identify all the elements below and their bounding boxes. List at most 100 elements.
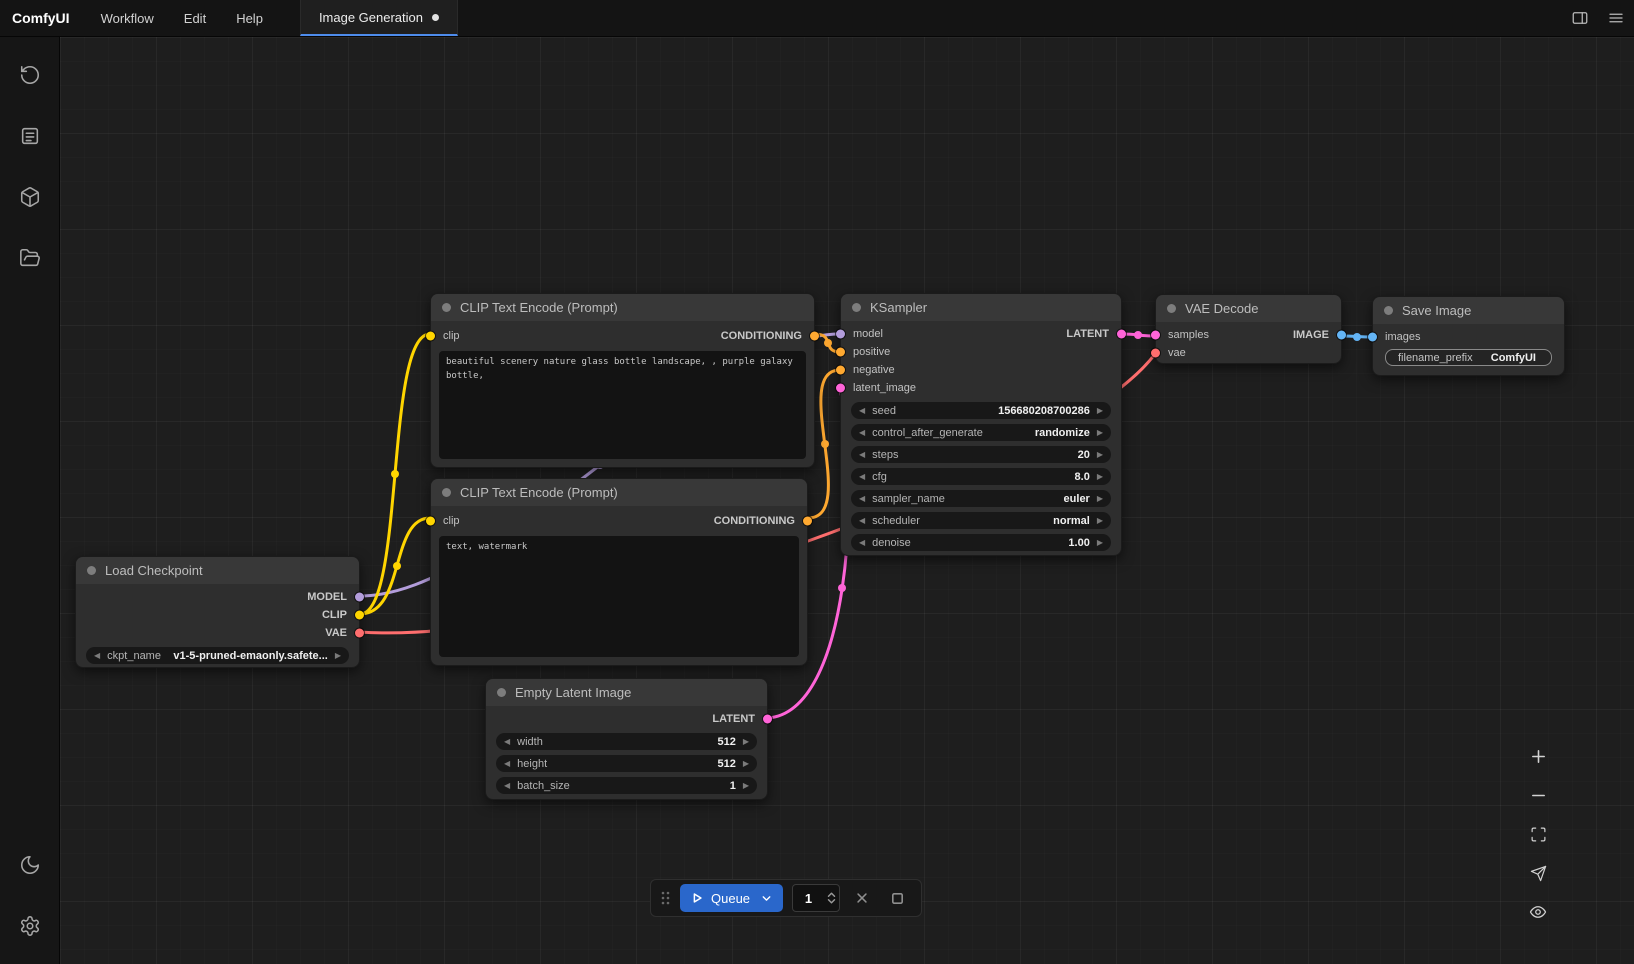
collapse-dot[interactable] xyxy=(497,688,506,697)
node-empty-latent-image[interactable]: Empty Latent Image LATENT ◀ width 512 ▶ … xyxy=(485,678,768,800)
widget-denoise[interactable]: ◀ denoise 1.00 ▶ xyxy=(851,534,1111,551)
next-value-arrow-icon[interactable]: ▶ xyxy=(1097,407,1103,415)
output-port-clip[interactable] xyxy=(355,611,364,620)
menu-workflow[interactable]: Workflow xyxy=(86,0,169,36)
output-port-model[interactable] xyxy=(355,593,364,602)
menu-edit[interactable]: Edit xyxy=(169,0,221,36)
widget-value: 1 xyxy=(730,780,736,792)
node-header[interactable]: Empty Latent Image xyxy=(486,679,767,706)
widget-width[interactable]: ◀ width 512 ▶ xyxy=(496,733,757,750)
input-port-model[interactable] xyxy=(836,330,845,339)
collapse-dot[interactable] xyxy=(442,488,451,497)
widget-control-after-generate[interactable]: ◀ control_after_generate randomize ▶ xyxy=(851,424,1111,441)
output-port-latent[interactable] xyxy=(763,715,772,724)
prev-value-arrow-icon[interactable]: ◀ xyxy=(859,517,865,525)
widget-cfg[interactable]: ◀ cfg 8.0 ▶ xyxy=(851,468,1111,485)
node-load-checkpoint[interactable]: Load Checkpoint MODEL CLIP VAE ◀ ckpt_na… xyxy=(75,556,360,668)
batch-count-stepper[interactable] xyxy=(824,885,839,911)
next-value-arrow-icon[interactable]: ▶ xyxy=(743,782,749,790)
next-value-arrow-icon[interactable]: ▶ xyxy=(1097,429,1103,437)
next-value-arrow-icon[interactable]: ▶ xyxy=(743,760,749,768)
node-clip-text-encode-negative[interactable]: CLIP Text Encode (Prompt) clip CONDITION… xyxy=(430,478,808,666)
output-port-vae[interactable] xyxy=(355,629,364,638)
node-header[interactable]: Save Image xyxy=(1373,297,1564,324)
node-header[interactable]: KSampler xyxy=(841,294,1121,321)
node-vae-decode[interactable]: VAE Decode samples IMAGE vae xyxy=(1155,294,1342,364)
select-mode-button[interactable] xyxy=(1523,860,1553,886)
output-port-conditioning[interactable] xyxy=(803,517,812,526)
node-save-image[interactable]: Save Image images filename_prefix ComfyU… xyxy=(1372,296,1565,376)
next-value-arrow-icon[interactable]: ▶ xyxy=(335,652,341,660)
input-port-images[interactable] xyxy=(1368,333,1377,342)
zoom-out-button[interactable] xyxy=(1523,782,1553,808)
batch-count-input[interactable]: 1 xyxy=(793,885,824,911)
node-header[interactable]: Load Checkpoint xyxy=(76,557,359,584)
next-value-arrow-icon[interactable]: ▶ xyxy=(1097,451,1103,459)
prev-value-arrow-icon[interactable]: ◀ xyxy=(859,539,865,547)
widget-value: normal xyxy=(1053,515,1090,527)
node-header[interactable]: CLIP Text Encode (Prompt) xyxy=(431,294,814,321)
sidebar-item-history[interactable] xyxy=(8,53,52,97)
output-port-image[interactable] xyxy=(1337,331,1346,340)
next-value-arrow-icon[interactable]: ▶ xyxy=(1097,495,1103,503)
node-ksampler[interactable]: KSampler model LATENT positive negative … xyxy=(840,293,1122,556)
widget-scheduler[interactable]: ◀ scheduler normal ▶ xyxy=(851,512,1111,529)
next-value-arrow-icon[interactable]: ▶ xyxy=(1097,539,1103,547)
prev-value-arrow-icon[interactable]: ◀ xyxy=(859,407,865,415)
prompt-textarea[interactable]: beautiful scenery nature glass bottle la… xyxy=(439,351,806,459)
widget-steps[interactable]: ◀ steps 20 ▶ xyxy=(851,446,1111,463)
prev-value-arrow-icon[interactable]: ◀ xyxy=(859,473,865,481)
node-clip-text-encode-positive[interactable]: CLIP Text Encode (Prompt) clip CONDITION… xyxy=(430,293,815,468)
collapse-dot[interactable] xyxy=(1167,304,1176,313)
toggle-panel-button[interactable] xyxy=(1562,0,1598,36)
next-value-arrow-icon[interactable]: ▶ xyxy=(743,738,749,746)
prev-value-arrow-icon[interactable]: ◀ xyxy=(504,760,510,768)
sidebar-item-model-library[interactable] xyxy=(8,175,52,219)
input-port-negative[interactable] xyxy=(836,366,845,375)
main-menu-button[interactable] xyxy=(1598,0,1634,36)
widget-batch-size[interactable]: ◀ batch_size 1 ▶ xyxy=(496,777,757,794)
theme-toggle-button[interactable] xyxy=(8,843,52,887)
prev-value-arrow-icon[interactable]: ◀ xyxy=(859,451,865,459)
node-header[interactable]: VAE Decode xyxy=(1156,295,1341,322)
input-port-clip[interactable] xyxy=(426,517,435,526)
widget-filename-prefix[interactable]: filename_prefix ComfyUI xyxy=(1385,349,1552,366)
prev-value-arrow-icon[interactable]: ◀ xyxy=(94,652,100,660)
sidebar-item-workflows[interactable] xyxy=(8,236,52,280)
clear-queue-button[interactable] xyxy=(849,885,875,911)
stop-button[interactable] xyxy=(884,885,910,911)
fit-view-button[interactable] xyxy=(1523,821,1553,847)
tab-image-generation[interactable]: Image Generation xyxy=(300,0,458,36)
collapse-dot[interactable] xyxy=(442,303,451,312)
queue-button[interactable]: Queue xyxy=(680,884,783,912)
widget-height[interactable]: ◀ height 512 ▶ xyxy=(496,755,757,772)
widget-sampler-name[interactable]: ◀ sampler_name euler ▶ xyxy=(851,490,1111,507)
input-port-latent-image[interactable] xyxy=(836,384,845,393)
widget-seed[interactable]: ◀ seed 156680208700286 ▶ xyxy=(851,402,1111,419)
input-port-samples[interactable] xyxy=(1151,331,1160,340)
zoom-in-button[interactable] xyxy=(1523,743,1553,769)
collapse-dot[interactable] xyxy=(1384,306,1393,315)
sidebar-item-queue[interactable] xyxy=(8,114,52,158)
node-graph-canvas[interactable]: Load Checkpoint MODEL CLIP VAE ◀ ckpt_na… xyxy=(60,37,1634,964)
toggle-link-visibility-button[interactable] xyxy=(1523,899,1553,925)
input-port-vae[interactable] xyxy=(1151,349,1160,358)
widget-ckpt-name[interactable]: ◀ ckpt_name v1-5-pruned-emaonly.safete..… xyxy=(86,647,349,664)
node-header[interactable]: CLIP Text Encode (Prompt) xyxy=(431,479,807,506)
input-port-positive[interactable] xyxy=(836,348,845,357)
menu-help[interactable]: Help xyxy=(221,0,278,36)
drag-handle[interactable] xyxy=(660,890,671,906)
prompt-textarea[interactable]: text, watermark xyxy=(439,536,799,657)
prev-value-arrow-icon[interactable]: ◀ xyxy=(504,738,510,746)
prev-value-arrow-icon[interactable]: ◀ xyxy=(859,495,865,503)
output-port-conditioning[interactable] xyxy=(810,332,819,341)
input-port-clip[interactable] xyxy=(426,332,435,341)
next-value-arrow-icon[interactable]: ▶ xyxy=(1097,517,1103,525)
output-port-latent[interactable] xyxy=(1117,330,1126,339)
collapse-dot[interactable] xyxy=(87,566,96,575)
prev-value-arrow-icon[interactable]: ◀ xyxy=(859,429,865,437)
prev-value-arrow-icon[interactable]: ◀ xyxy=(504,782,510,790)
collapse-dot[interactable] xyxy=(852,303,861,312)
settings-button[interactable] xyxy=(8,904,52,948)
next-value-arrow-icon[interactable]: ▶ xyxy=(1097,473,1103,481)
